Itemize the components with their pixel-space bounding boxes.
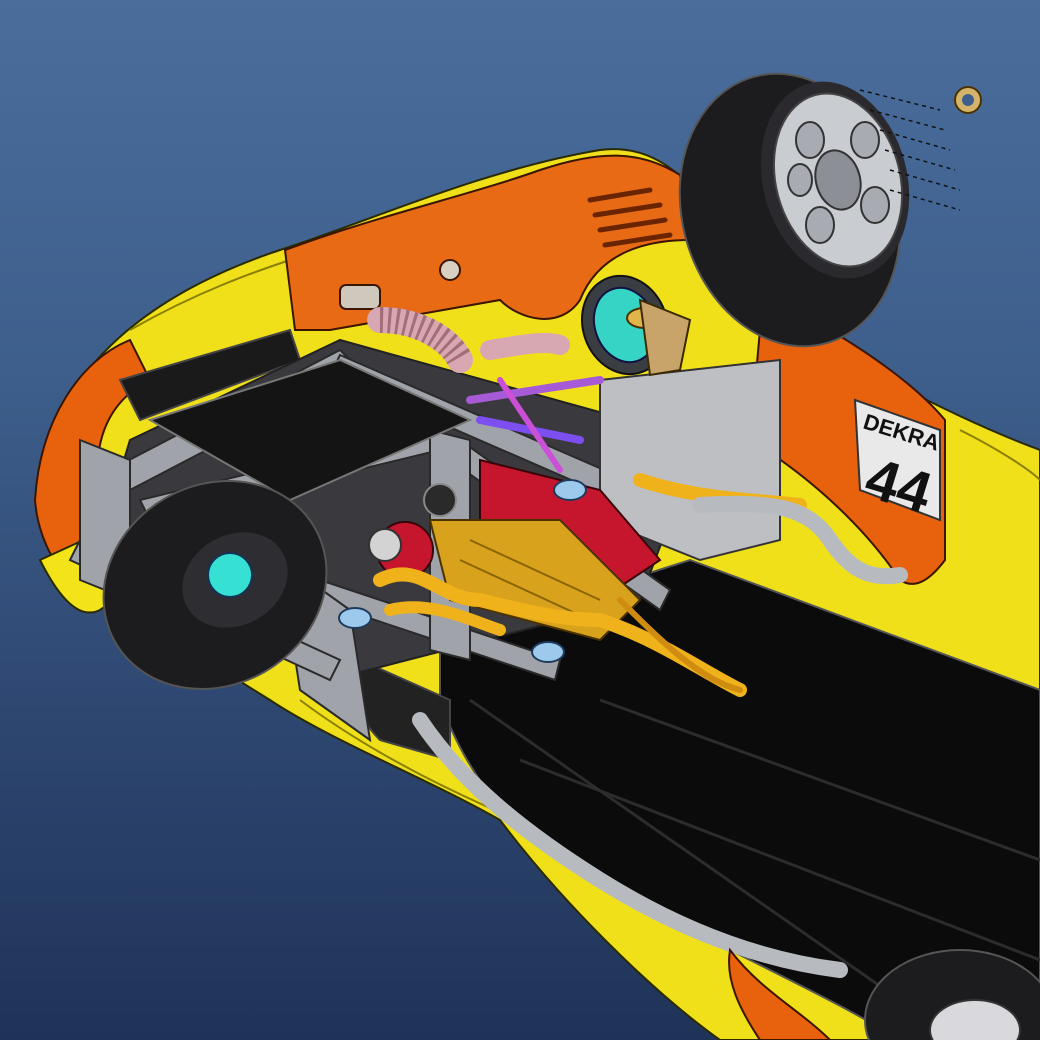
car-underside-model[interactable]: DEKRA 44 xyxy=(0,0,1040,1040)
oil-filter-cap xyxy=(368,528,402,562)
pulley xyxy=(423,483,457,517)
cad-viewport[interactable]: DEKRA 44 xyxy=(0,0,1040,1040)
fender-duct xyxy=(339,284,381,310)
fender-light xyxy=(439,259,461,281)
wheel-nut xyxy=(954,86,982,114)
